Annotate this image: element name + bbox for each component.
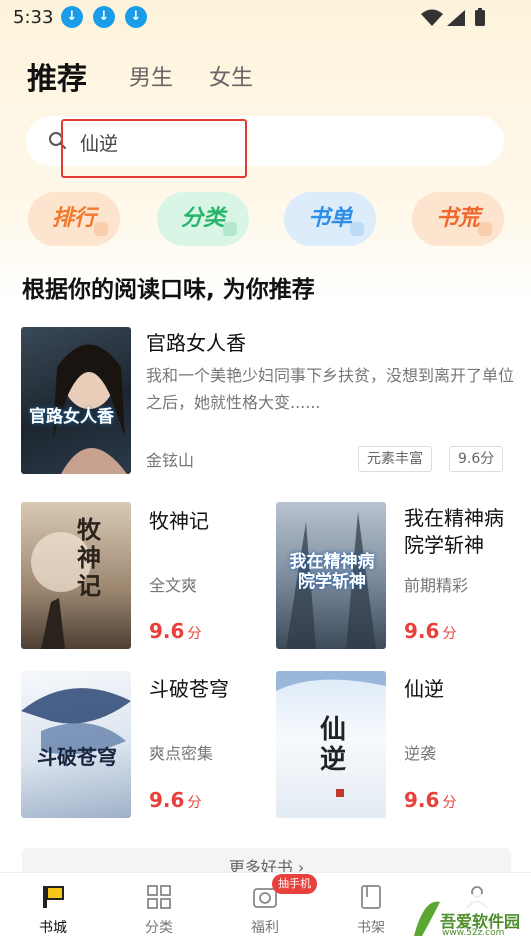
status-time: 5:33 <box>13 7 54 28</box>
book-tag: 9.6分 <box>449 446 504 472</box>
nav-bookstore[interactable]: 书城 <box>0 873 106 944</box>
pill-label: 排行 <box>51 206 96 231</box>
cover-title: 斗破苍穹 <box>37 745 117 769</box>
signal-icon <box>447 10 465 26</box>
cover-title: 牧神记 <box>77 516 101 600</box>
book-cover[interactable]: 我在精神病院学斩神 <box>276 502 386 649</box>
book-score: 9.6 分 <box>149 788 201 812</box>
nav-label: 书架 <box>357 920 385 936</box>
nav-bookshelf[interactable]: 书架 <box>318 873 424 944</box>
pill-ranking[interactable]: 排行 <box>28 192 120 246</box>
tab-recommend[interactable]: 推荐 <box>27 54 87 98</box>
download-icon: ↓ <box>93 6 115 28</box>
cover-title: 仙逆 <box>320 715 347 775</box>
nav-category[interactable]: 分类 <box>106 873 212 944</box>
book-cover[interactable]: 官路女人香 <box>21 327 131 474</box>
book-score: 9.6 分 <box>404 619 456 643</box>
highlight-box <box>61 119 247 178</box>
pill-booklist[interactable]: 书单 <box>284 192 376 246</box>
nav-label: 福利 <box>251 920 279 936</box>
welfare-badge: 抽手机 <box>272 874 317 894</box>
watermark: 吾爱软件园 www.52z.com <box>410 888 531 944</box>
bookshelf-icon <box>361 885 381 909</box>
decoration-icon <box>223 222 237 236</box>
book-cover[interactable]: 牧神记 <box>21 502 131 649</box>
book-cover[interactable]: 斗破苍穹 <box>21 671 131 818</box>
pill-shortage[interactable]: 书荒 <box>412 192 504 246</box>
download-icon: ↓ <box>125 6 147 28</box>
score-unit: 分 <box>442 795 457 811</box>
book-subtitle: 全文爽 <box>149 576 198 595</box>
book-title[interactable]: 斗破苍穹 <box>149 673 229 702</box>
score-value: 9.6 <box>149 788 185 812</box>
bookstore-icon <box>43 886 64 908</box>
watermark-url: www.52z.com <box>442 928 505 938</box>
nav-label: 分类 <box>145 920 173 936</box>
pill-label: 分类 <box>180 206 225 231</box>
book-title[interactable]: 牧神记 <box>149 505 209 534</box>
cover-title: 我在精神病院学斩神 <box>289 552 375 592</box>
score-value: 9.6 <box>404 788 440 812</box>
decoration-icon <box>350 222 364 236</box>
decoration-icon <box>94 222 108 236</box>
decoration-icon <box>478 222 492 236</box>
status-bar: 5:33 ↓ ↓ ↓ <box>0 0 531 36</box>
pill-category[interactable]: 分类 <box>157 192 249 246</box>
tab-male[interactable]: 男生 <box>129 60 173 92</box>
book-subtitle: 爽点密集 <box>149 744 214 763</box>
book-tag: 元素丰富 <box>358 446 432 472</box>
book-author: 金铉山 <box>146 451 195 470</box>
nav-label: 书城 <box>39 920 67 936</box>
score-value: 9.6 <box>404 619 440 643</box>
book-subtitle: 逆袭 <box>404 744 437 763</box>
cover-title: 官路女人香 <box>29 407 114 427</box>
grid-icon <box>147 885 171 909</box>
book-score: 9.6 分 <box>149 619 201 643</box>
battery-icon <box>475 10 485 26</box>
wifi-icon <box>421 9 443 26</box>
tab-female[interactable]: 女生 <box>209 60 253 92</box>
score-unit: 分 <box>442 626 457 642</box>
book-description: 我和一个美艳少妇同事下乡扶贫，没想到离开了单位之后，她就性格大变...... <box>146 366 515 412</box>
book-title[interactable]: 官路女人香 <box>146 327 246 356</box>
pill-label: 书荒 <box>435 206 480 231</box>
score-unit: 分 <box>187 626 202 642</box>
book-subtitle: 前期精彩 <box>404 576 469 595</box>
book-cover[interactable]: 仙逆 <box>276 671 386 818</box>
book-score: 9.6 分 <box>404 788 456 812</box>
section-title: 根据你的阅读口味, 为你推荐 <box>22 277 315 303</box>
book-title[interactable]: 仙逆 <box>404 673 444 702</box>
score-unit: 分 <box>187 795 202 811</box>
book-title[interactable]: 我在精神病院学斩神 <box>404 505 516 559</box>
score-value: 9.6 <box>149 619 185 643</box>
pill-label: 书单 <box>307 206 352 231</box>
system-status-icons <box>421 8 485 26</box>
download-icon: ↓ <box>61 6 83 28</box>
